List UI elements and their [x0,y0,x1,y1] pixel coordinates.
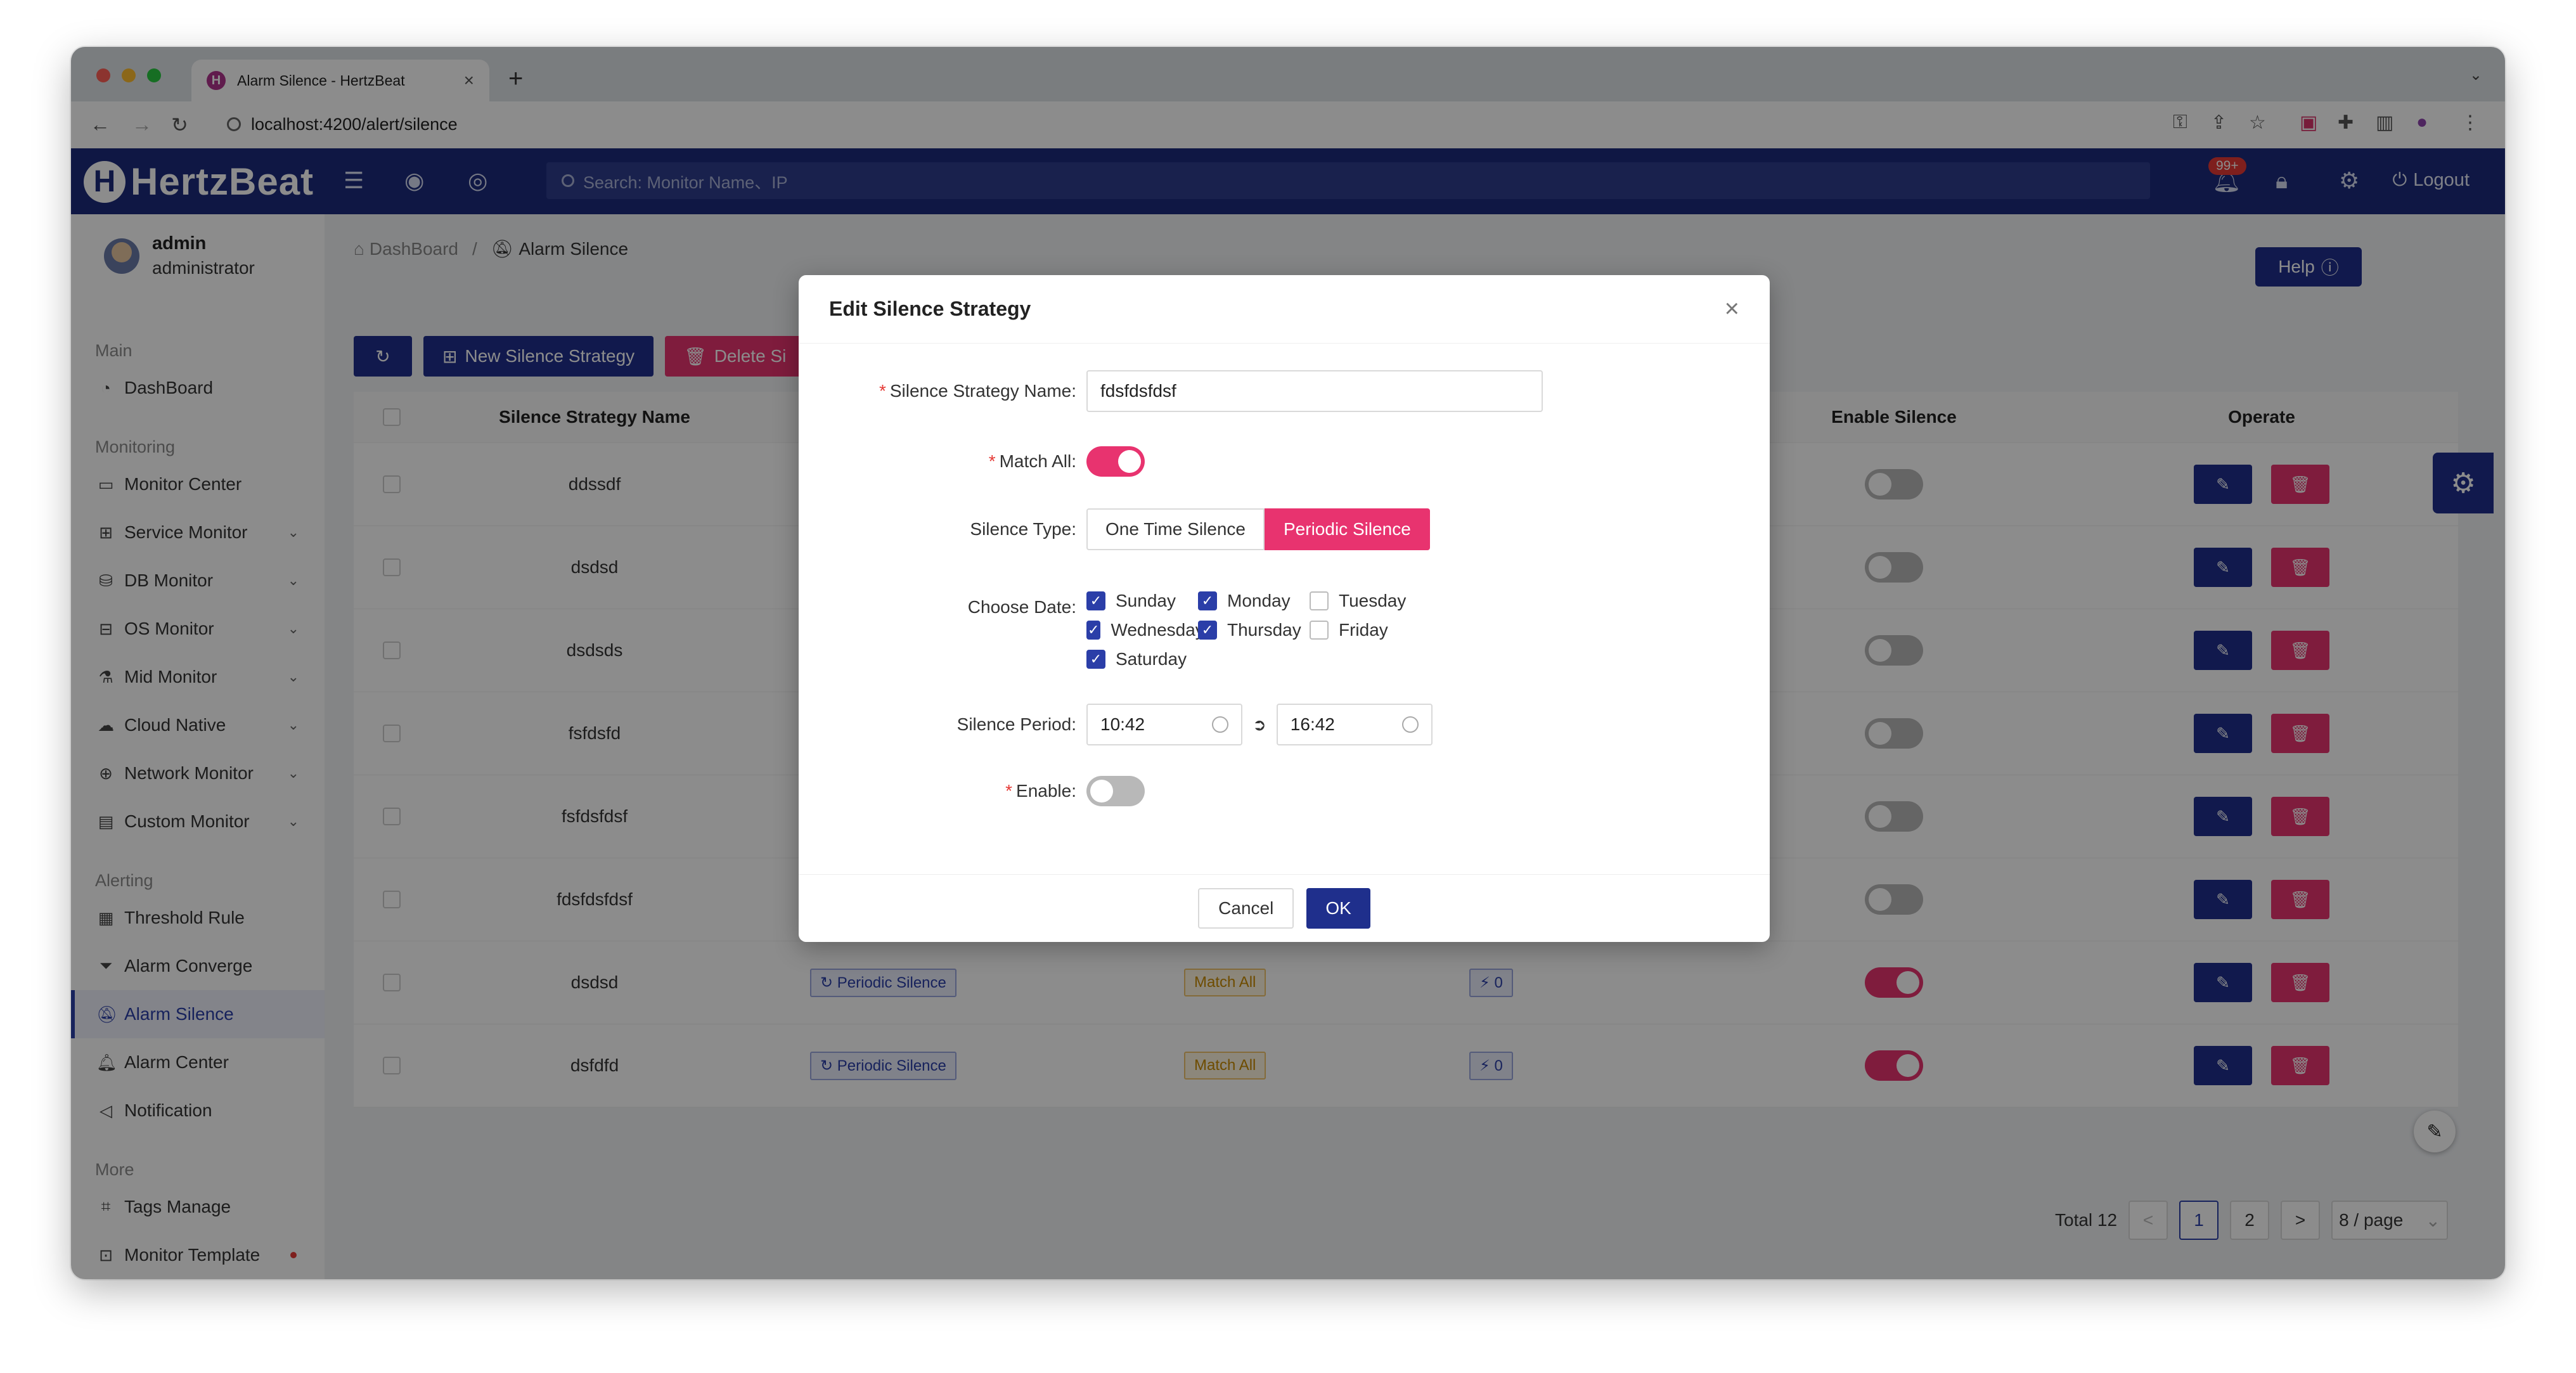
day-checkbox-saturday[interactable]: ✓ Saturday [1086,649,1198,669]
period-start-time-picker[interactable]: 10:42 [1086,704,1242,745]
arrow-right-icon: ➲ [1253,714,1266,734]
strategy-name-input[interactable] [1086,370,1543,412]
enable-switch[interactable] [1086,776,1145,806]
silence-type-radio-group: One Time Silence Periodic Silence [1086,508,1430,550]
field-silence-period: Silence Period: 10:42 ➲ 16:42 [799,704,1433,745]
start-time-value: 10:42 [1100,714,1145,734]
day-label: Tuesday [1339,591,1407,610]
field-choose-date: Choose Date: ✓ Sunday ✓ Monday Tuesday ✓ Wedne… [799,591,1421,669]
checkbox-box[interactable]: ✓ [1198,621,1217,640]
day-checkbox-monday[interactable]: ✓ Monday [1198,591,1310,611]
dialog-header: Edit Silence Strategy × [799,275,1770,344]
end-time-value: 16:42 [1290,714,1335,734]
checkbox-box[interactable]: ✓ [1086,650,1105,669]
field-enable: * Enable: [799,776,1145,806]
day-label: Wednesday [1111,620,1204,640]
weekday-checkbox-group: ✓ Sunday ✓ Monday Tuesday ✓ Wednesday ✓ Thursday… [1086,591,1421,669]
close-icon[interactable]: × [1725,295,1739,323]
day-checkbox-wednesday[interactable]: ✓ Wednesday [1086,620,1204,640]
name-label: Silence Strategy Name [889,381,1072,401]
dialog-title: Edit Silence Strategy [829,297,1031,320]
field-name: * Silence Strategy Name: [799,370,1543,412]
date-label: Choose Date [967,597,1072,617]
browser-window: H Alarm Silence - HertzBeat × + ⌄ ← → ↻ … [71,47,2505,1279]
day-label: Saturday [1116,649,1187,669]
day-label: Sunday [1116,591,1176,610]
checkbox-box[interactable] [1310,621,1329,640]
match-all-label: Match All [999,451,1072,471]
period-label: Silence Period [956,714,1072,734]
clock-icon [1212,716,1228,733]
periodic-silence-option[interactable]: Periodic Silence [1265,508,1430,550]
day-label: Monday [1227,591,1291,610]
period-end-time-picker[interactable]: 16:42 [1276,704,1433,745]
ok-button[interactable]: OK [1306,888,1370,929]
match-all-switch[interactable] [1086,446,1145,477]
type-label: Silence Type [970,519,1072,539]
day-checkbox-sunday[interactable]: ✓ Sunday [1086,591,1198,611]
day-label: Thursday [1227,620,1301,640]
checkbox-box[interactable]: ✓ [1086,621,1101,640]
checkbox-box[interactable]: ✓ [1086,591,1105,610]
one-time-silence-option[interactable]: One Time Silence [1086,508,1265,550]
cancel-button[interactable]: Cancel [1198,888,1294,929]
checkbox-box[interactable] [1310,591,1329,610]
dialog-footer: Cancel OK [799,874,1770,942]
day-label: Friday [1339,620,1388,640]
clock-icon [1401,716,1419,733]
enable-label: Enable [1016,781,1072,801]
field-match-all: * Match All: [799,446,1145,477]
checkbox-box[interactable]: ✓ [1198,591,1217,610]
day-checkbox-thursday[interactable]: ✓ Thursday [1198,620,1310,640]
day-checkbox-tuesday[interactable]: Tuesday [1310,591,1421,611]
day-checkbox-friday[interactable]: Friday [1310,620,1421,640]
field-silence-type: Silence Type: One Time Silence Periodic … [799,508,1430,550]
edit-silence-dialog: Edit Silence Strategy × * Silence Strateg… [799,275,1770,942]
